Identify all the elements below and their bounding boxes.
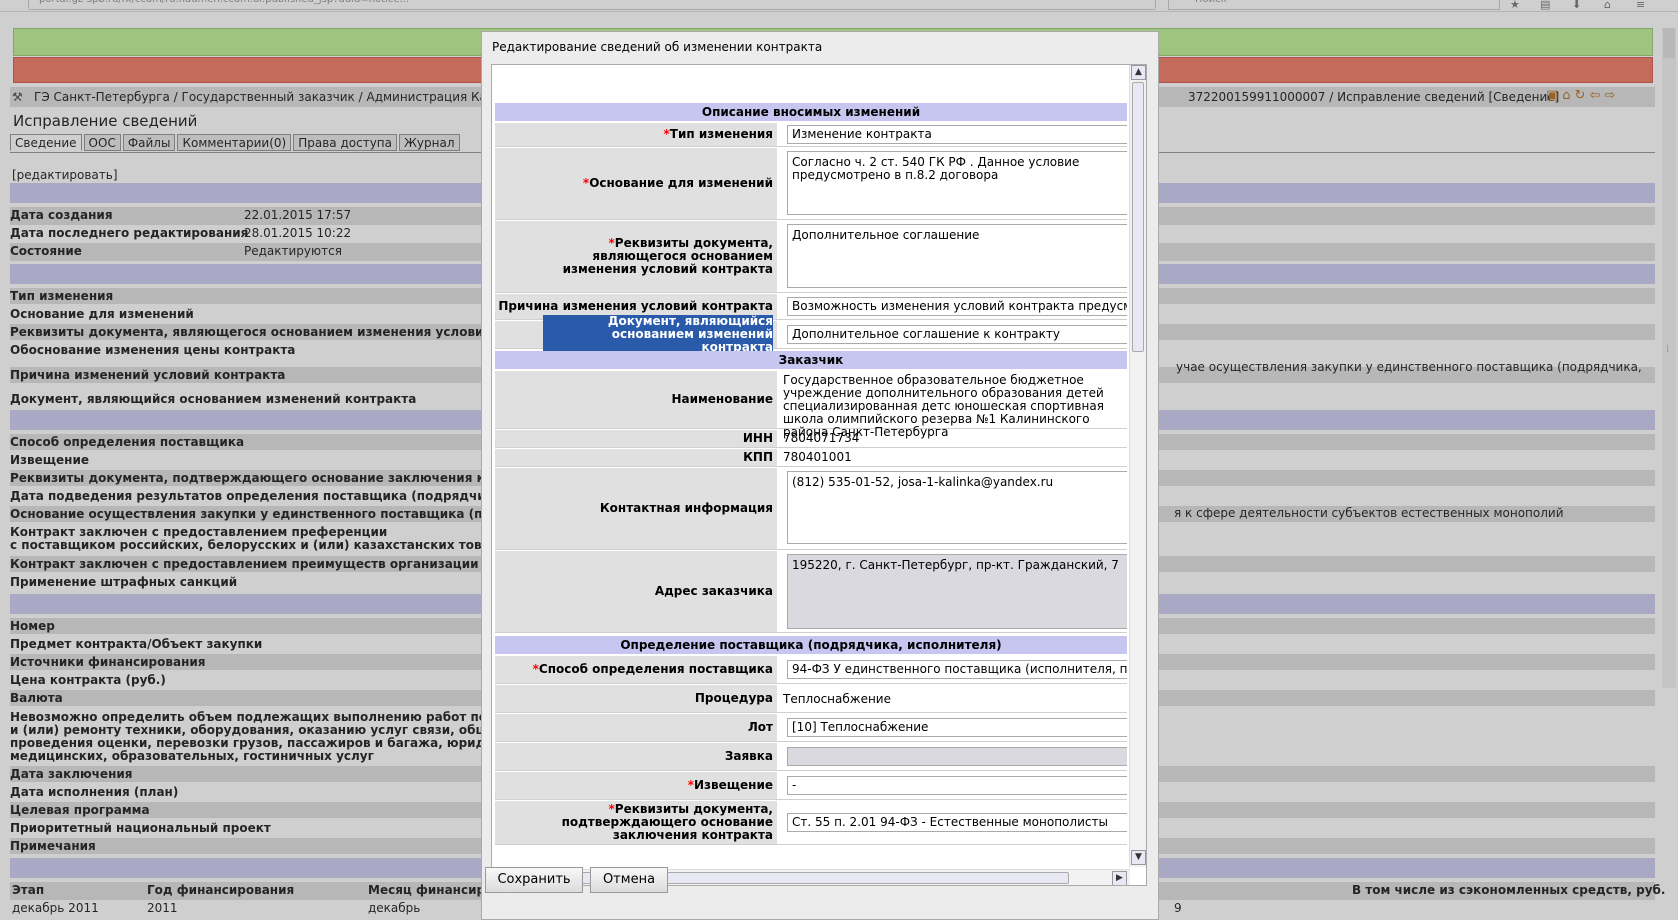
inn-row: ИНН 7804071734	[495, 430, 1127, 448]
notice-row: * Извещение -	[495, 772, 1127, 800]
contact-row: Контактная информация (812) 535-01-52, j…	[495, 468, 1127, 550]
lot-row: Лот [10] Теплоснабжение	[495, 714, 1127, 742]
dialog-body: Описание вносимых изменений * Тип изменен…	[491, 64, 1147, 886]
doc-requisites-label: *Реквизиты документа, являющегося основа…	[495, 221, 777, 292]
procedure-label: Процедура	[495, 685, 777, 712]
section-changes: Описание вносимых изменений	[495, 103, 1127, 121]
name-row: Наименование Государственное образовател…	[495, 371, 1127, 439]
doc-confirm-select[interactable]: Ст. 55 п. 2.01 94-ФЗ - Естественные моно…	[787, 813, 1127, 832]
scroll-up-icon[interactable]: ▲	[1131, 65, 1146, 80]
address-textarea: 195220, г. Санкт-Петербург, пр-кт. Гражд…	[787, 554, 1127, 629]
cancel-button[interactable]: Отмена	[590, 867, 668, 893]
doc-basis-label: Документ, являющийся основанием изменени…	[495, 315, 777, 354]
dialog-vertical-scrollbar[interactable]: ▲ ▼	[1129, 65, 1146, 867]
lot-select[interactable]: [10] Теплоснабжение	[787, 718, 1127, 737]
doc-confirm-row: *Реквизиты документа, подтверждающего ос…	[495, 801, 1127, 845]
scroll-down-icon[interactable]: ▼	[1131, 850, 1146, 865]
dialog-title: Редактирование сведений об изменении кон…	[492, 40, 823, 54]
change-type-row: * Тип изменения Изменение контракта	[495, 123, 1127, 147]
change-type-label: * Тип изменения	[495, 123, 777, 146]
address-label: Адрес заказчика	[495, 551, 777, 632]
method-label: * Способ определения поставщика	[495, 656, 777, 683]
inn-label: ИНН	[495, 430, 777, 447]
application-label: Заявка	[495, 743, 777, 770]
inn-value: 7804071734	[783, 431, 860, 445]
address-row: Адрес заказчика 195220, г. Санкт-Петербу…	[495, 551, 1127, 633]
procedure-value: Теплоснабжение	[783, 692, 891, 706]
section-customer: Заказчик	[495, 351, 1127, 369]
basis-label: * Основание для изменений	[495, 148, 777, 219]
doc-basis-field[interactable]: Дополнительное соглашение к контракту	[787, 325, 1127, 344]
contact-textarea[interactable]: (812) 535-01-52, josa-1-kalinka@yandex.r…	[787, 471, 1127, 544]
edit-contract-dialog: Редактирование сведений об изменении кон…	[481, 31, 1159, 920]
kpp-value: 780401001	[783, 450, 852, 464]
basis-row: * Основание для изменений Согласно ч. 2 с…	[495, 148, 1127, 220]
doc-confirm-label: *Реквизиты документа, подтверждающего ос…	[495, 801, 777, 844]
doc-basis-row: Документ, являющийся основанием изменени…	[495, 315, 1127, 354]
change-type-field[interactable]: Изменение контракта	[787, 125, 1127, 144]
procedure-row: Процедура Теплоснабжение	[495, 685, 1127, 713]
section-supplier: Определение поставщика (подрядчика, испо…	[495, 636, 1127, 654]
kpp-label: КПП	[495, 449, 777, 466]
method-row: * Способ определения поставщика 94-ФЗ У е…	[495, 656, 1127, 684]
method-select[interactable]: 94-ФЗ У единственного поставщика (исполн…	[787, 660, 1127, 679]
scroll-right-icon[interactable]: ▶	[1112, 871, 1127, 885]
name-label: Наименование	[495, 371, 777, 428]
application-field	[787, 747, 1127, 766]
doc-requisites-row: *Реквизиты документа, являющегося основа…	[495, 221, 1127, 293]
lot-label: Лот	[495, 714, 777, 741]
reason-field[interactable]: Возможность изменения условий контракта …	[787, 297, 1127, 316]
application-row: Заявка	[495, 743, 1127, 771]
notice-select[interactable]: -	[787, 776, 1127, 795]
dialog-horizontal-scrollbar[interactable]: ◀ ▶	[492, 869, 1130, 885]
save-button[interactable]: Сохранить	[485, 867, 583, 893]
doc-requisites-textarea[interactable]: Дополнительное соглашение	[787, 224, 1127, 288]
contact-label: Контактная информация	[495, 468, 777, 549]
basis-textarea[interactable]: Согласно ч. 2 ст. 540 ГК РФ . Данное усл…	[787, 151, 1127, 215]
kpp-row: КПП 780401001	[495, 449, 1127, 467]
scroll-thumb[interactable]	[1132, 82, 1144, 352]
notice-label: * Извещение	[495, 772, 777, 799]
